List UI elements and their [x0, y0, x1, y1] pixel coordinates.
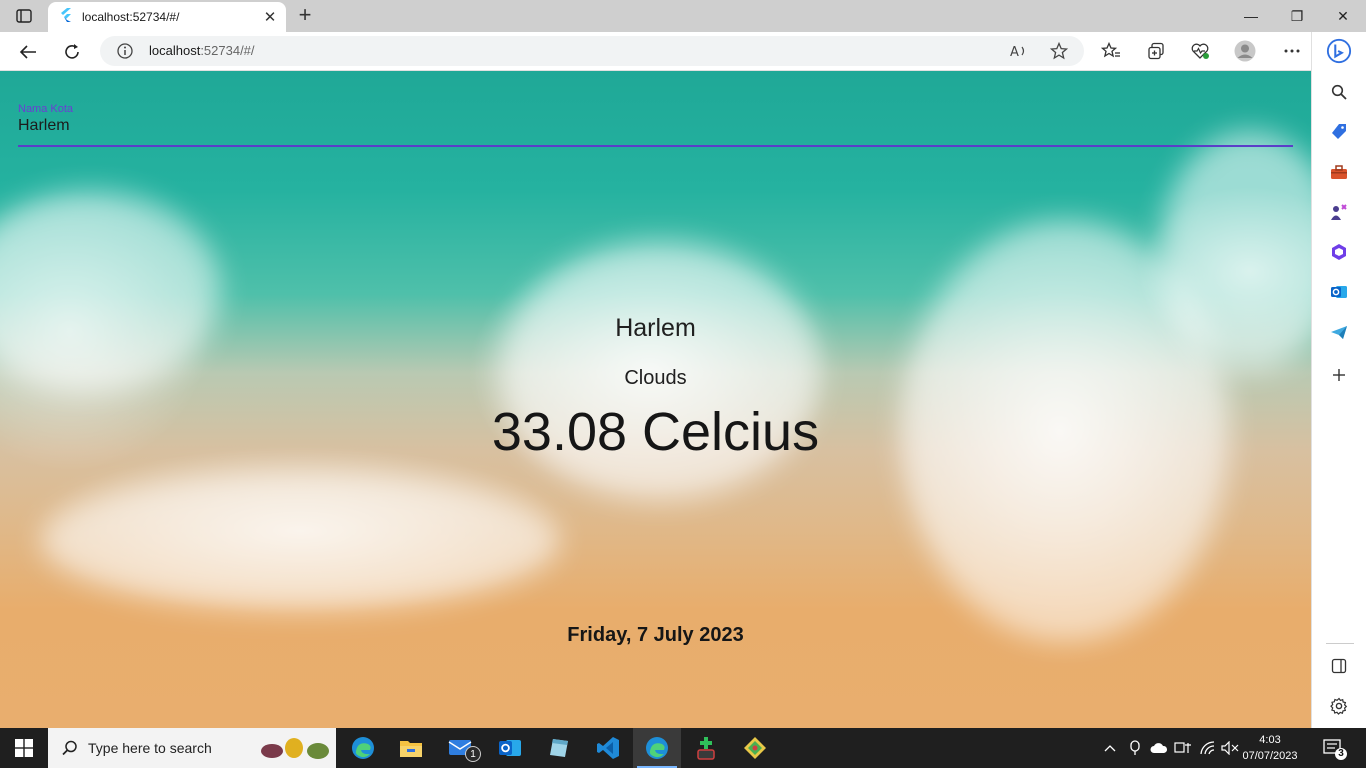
notification-icon[interactable]: 3 — [1318, 734, 1348, 762]
input-method-icon[interactable] — [1172, 728, 1194, 768]
city-name-label: Nama Kota — [18, 103, 74, 115]
close-icon[interactable]: ✕ — [262, 9, 278, 26]
city-title: Harlem — [615, 314, 696, 342]
tab-strip: localhost:52734/#/ ✕ + — ❐ ✕ — [0, 0, 1366, 32]
mail-icon[interactable]: 1 — [437, 728, 485, 768]
edge-active-icon[interactable] — [633, 728, 681, 768]
new-tab-button[interactable]: + — [294, 2, 316, 27]
search-icon — [62, 740, 78, 756]
wifi-icon[interactable] — [1197, 728, 1219, 768]
temperature-text: 33.08 Celcius — [491, 402, 820, 462]
heartbeat-icon[interactable] — [1187, 38, 1213, 64]
sidebar-divider — [1326, 643, 1354, 644]
system-clock[interactable]: 4:03 07/07/2023 — [1240, 732, 1300, 764]
favorites-icon[interactable] — [1098, 38, 1124, 64]
green-app-icon[interactable] — [682, 728, 730, 768]
info-icon[interactable] — [116, 42, 134, 60]
read-aloud-icon[interactable]: A — [1006, 38, 1032, 64]
notification-count: 3 — [1338, 748, 1344, 759]
volume-muted-icon[interactable] — [1219, 728, 1241, 768]
git-icon[interactable] — [731, 728, 779, 768]
search-icon[interactable] — [1326, 79, 1352, 105]
settings-icon[interactable] — [1326, 693, 1352, 719]
restore-button[interactable]: ❐ — [1274, 0, 1320, 32]
wave-foam — [40, 471, 560, 611]
add-icon[interactable] — [1326, 362, 1352, 388]
windows-taskbar: Type here to search 1 4:03 07/07/2023 3 — [0, 728, 1366, 768]
telegram-icon[interactable] — [1326, 319, 1352, 345]
bing-icon[interactable] — [1326, 38, 1352, 64]
city-name-field[interactable]: Nama Kota Harlem — [18, 101, 1293, 147]
split-screen-icon[interactable] — [1326, 653, 1352, 679]
weather-app-page: Nama Kota Harlem Harlem Clouds 33.08 Cel… — [0, 71, 1311, 728]
more-icon[interactable] — [1279, 38, 1305, 64]
url-text[interactable]: localhost:52734/#/ — [149, 43, 255, 58]
tab-title: localhost:52734/#/ — [82, 10, 180, 24]
date-text: Friday, 7 July 2023 — [567, 624, 744, 646]
windows-start-icon[interactable] — [0, 728, 48, 768]
browser-toolbar: localhost:52734/#/ A — [0, 32, 1366, 71]
city-name-input[interactable]: Harlem — [18, 117, 70, 135]
edge-sidebar — [1311, 32, 1366, 728]
svg-text:A: A — [1010, 45, 1019, 59]
flutter-icon — [60, 7, 72, 27]
vscode-icon[interactable] — [584, 728, 632, 768]
cloud-icon[interactable] — [1148, 728, 1170, 768]
avatar-icon[interactable] — [1232, 38, 1258, 64]
url-rest: :52734/#/ — [200, 43, 255, 58]
outlook-icon[interactable] — [486, 728, 534, 768]
tools-icon[interactable] — [1326, 159, 1352, 185]
office-icon[interactable] — [1326, 239, 1352, 265]
mail-badge: 1 — [465, 746, 481, 762]
clock-time: 4:03 — [1259, 734, 1281, 746]
close-window-button[interactable]: ✕ — [1320, 0, 1366, 32]
collections-icon[interactable] — [1143, 38, 1169, 64]
minimize-button[interactable]: — — [1228, 0, 1274, 32]
edge-icon[interactable] — [339, 728, 387, 768]
back-arrow-icon[interactable] — [14, 38, 42, 66]
search-highlight-icon — [258, 736, 332, 762]
address-bar[interactable]: localhost:52734/#/ A — [100, 36, 1084, 66]
games-icon[interactable] — [1326, 199, 1352, 225]
refresh-icon[interactable] — [58, 38, 86, 66]
wave-foam — [0, 191, 220, 391]
file-explorer-icon[interactable] — [387, 728, 435, 768]
chevron-up-icon[interactable] — [1100, 728, 1120, 768]
url-host: localhost — [149, 43, 201, 58]
star-icon[interactable] — [1046, 38, 1072, 64]
taskbar-search[interactable]: Type here to search — [48, 728, 336, 768]
search-placeholder: Type here to search — [88, 740, 212, 756]
outlook-icon[interactable] — [1326, 279, 1352, 305]
notepad-icon[interactable] — [535, 728, 583, 768]
clock-date: 07/07/2023 — [1242, 750, 1298, 762]
browser-tab[interactable]: localhost:52734/#/ ✕ — [48, 2, 286, 32]
shopping-tag-icon[interactable] — [1326, 119, 1352, 145]
weather-condition: Clouds — [624, 367, 687, 389]
meet-now-icon[interactable] — [1124, 728, 1146, 768]
tab-actions-icon[interactable] — [10, 6, 38, 26]
